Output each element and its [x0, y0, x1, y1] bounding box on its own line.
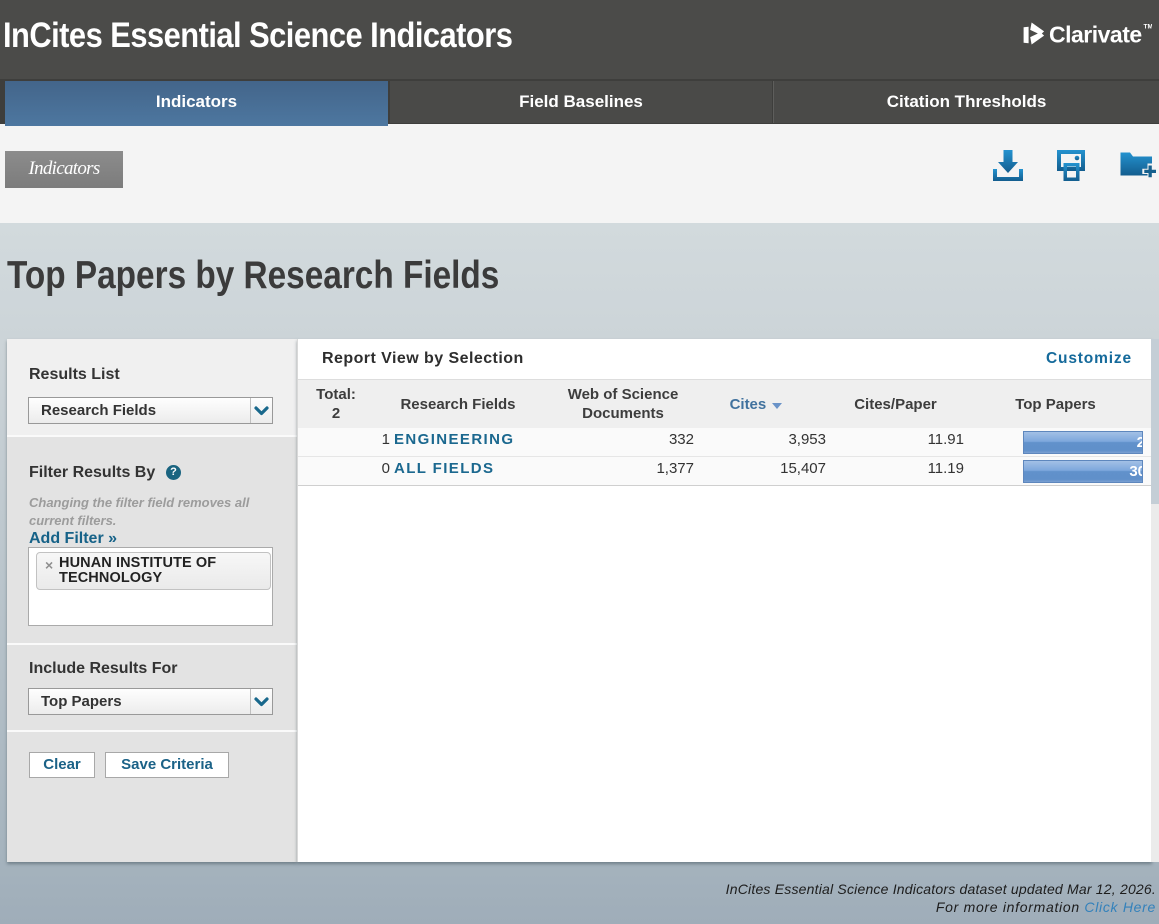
svg-text:Clarivate: Clarivate	[1049, 22, 1142, 48]
svg-text:TM: TM	[1144, 24, 1153, 31]
